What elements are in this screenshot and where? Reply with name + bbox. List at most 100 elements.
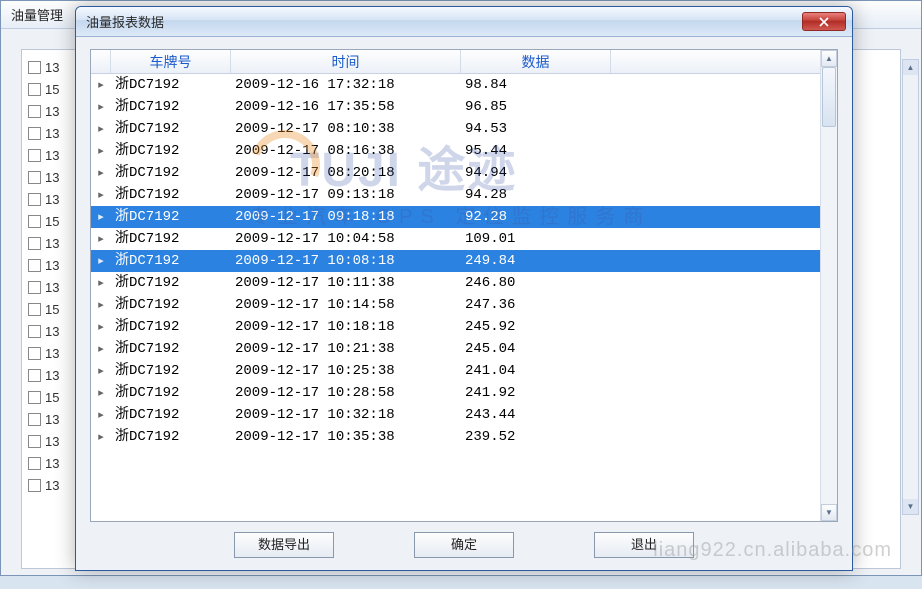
expand-icon[interactable]: ▸ (91, 404, 111, 426)
close-icon (819, 17, 829, 27)
expand-icon[interactable]: ▸ (91, 294, 111, 316)
expand-icon[interactable]: ▸ (91, 206, 111, 228)
background-item-label: 13 (45, 126, 59, 141)
expand-icon[interactable]: ▸ (91, 316, 111, 338)
expand-icon[interactable]: ▸ (91, 74, 111, 96)
cell-time: 2009-12-17 09:18:18 (231, 206, 461, 228)
background-item-label: 13 (45, 60, 59, 75)
column-plate[interactable]: 车牌号 (111, 50, 231, 73)
cell-plate: 浙DC7192 (111, 316, 231, 338)
outer-scrollbar[interactable]: ▲ ▼ (902, 59, 919, 515)
cell-time: 2009-12-17 10:21:38 (231, 338, 461, 360)
expand-icon[interactable]: ▸ (91, 338, 111, 360)
dialog-body: 车牌号 时间 数据 ▸浙DC71922009-12-16 17:32:1898.… (76, 37, 852, 570)
grid-scrollbar[interactable]: ▲ ▼ (820, 50, 837, 521)
background-item-label: 13 (45, 280, 59, 295)
column-data[interactable]: 数据 (461, 50, 611, 73)
close-button[interactable] (802, 12, 846, 31)
background-item-label: 15 (45, 214, 59, 229)
table-row[interactable]: ▸浙DC71922009-12-17 08:16:3895.44 (91, 140, 820, 162)
cell-time: 2009-12-17 10:18:18 (231, 316, 461, 338)
checkbox[interactable] (28, 193, 41, 206)
checkbox[interactable] (28, 369, 41, 382)
scroll-thumb[interactable] (822, 67, 836, 127)
expand-icon[interactable]: ▸ (91, 382, 111, 404)
cell-plate: 浙DC7192 (111, 404, 231, 426)
table-row[interactable]: ▸浙DC71922009-12-17 09:18:1892.28 (91, 206, 820, 228)
checkbox[interactable] (28, 325, 41, 338)
table-row[interactable]: ▸浙DC71922009-12-17 10:35:38239.52 (91, 426, 820, 448)
cell-time: 2009-12-17 10:08:18 (231, 250, 461, 272)
expand-icon[interactable]: ▸ (91, 162, 111, 184)
table-row[interactable]: ▸浙DC71922009-12-17 10:25:38241.04 (91, 360, 820, 382)
scroll-down-icon[interactable]: ▼ (821, 504, 837, 521)
ok-button[interactable]: 确定 (414, 532, 514, 558)
background-item-label: 13 (45, 412, 59, 427)
table-row[interactable]: ▸浙DC71922009-12-17 10:11:38246.80 (91, 272, 820, 294)
checkbox[interactable] (28, 127, 41, 140)
dialog-titlebar[interactable]: 油量报表数据 (76, 7, 852, 37)
expand-icon[interactable]: ▸ (91, 272, 111, 294)
table-row[interactable]: ▸浙DC71922009-12-17 10:28:58241.92 (91, 382, 820, 404)
table-row[interactable]: ▸浙DC71922009-12-17 08:20:1894.94 (91, 162, 820, 184)
table-row[interactable]: ▸浙DC71922009-12-16 17:32:1898.84 (91, 74, 820, 96)
table-row[interactable]: ▸浙DC71922009-12-17 10:04:58109.01 (91, 228, 820, 250)
table-row[interactable]: ▸浙DC71922009-12-17 10:21:38245.04 (91, 338, 820, 360)
checkbox[interactable] (28, 303, 41, 316)
exit-button[interactable]: 退出 (594, 532, 694, 558)
expand-icon[interactable]: ▸ (91, 118, 111, 140)
cell-time: 2009-12-17 08:16:38 (231, 140, 461, 162)
table-row[interactable]: ▸浙DC71922009-12-17 10:32:18243.44 (91, 404, 820, 426)
checkbox[interactable] (28, 105, 41, 118)
expand-icon[interactable]: ▸ (91, 250, 111, 272)
checkbox[interactable] (28, 259, 41, 272)
expand-icon[interactable]: ▸ (91, 140, 111, 162)
cell-data: 98.84 (461, 74, 611, 96)
column-time[interactable]: 时间 (231, 50, 461, 73)
table-row[interactable]: ▸浙DC71922009-12-17 10:08:18249.84 (91, 250, 820, 272)
expand-icon[interactable]: ▸ (91, 96, 111, 118)
table-row[interactable]: ▸浙DC71922009-12-17 08:10:3894.53 (91, 118, 820, 140)
checkbox[interactable] (28, 457, 41, 470)
cell-time: 2009-12-17 08:20:18 (231, 162, 461, 184)
checkbox[interactable] (28, 347, 41, 360)
table-row[interactable]: ▸浙DC71922009-12-17 10:14:58247.36 (91, 294, 820, 316)
export-button[interactable]: 数据导出 (234, 532, 334, 558)
scroll-down-icon[interactable]: ▼ (903, 499, 918, 514)
scroll-up-icon[interactable]: ▲ (903, 60, 918, 75)
scroll-track[interactable] (821, 67, 837, 504)
background-item-label: 15 (45, 302, 59, 317)
checkbox[interactable] (28, 435, 41, 448)
scroll-up-icon[interactable]: ▲ (821, 50, 837, 67)
cell-plate: 浙DC7192 (111, 206, 231, 228)
expand-icon[interactable]: ▸ (91, 426, 111, 448)
cell-plate: 浙DC7192 (111, 426, 231, 448)
background-item-label: 15 (45, 390, 59, 405)
background-item-label: 13 (45, 148, 59, 163)
checkbox[interactable] (28, 61, 41, 74)
cell-plate: 浙DC7192 (111, 140, 231, 162)
expand-icon[interactable]: ▸ (91, 360, 111, 382)
checkbox[interactable] (28, 237, 41, 250)
expand-icon[interactable]: ▸ (91, 228, 111, 250)
table-row[interactable]: ▸浙DC71922009-12-16 17:35:5896.85 (91, 96, 820, 118)
background-item-label: 13 (45, 324, 59, 339)
table-row[interactable]: ▸浙DC71922009-12-17 10:18:18245.92 (91, 316, 820, 338)
cell-plate: 浙DC7192 (111, 338, 231, 360)
table-row[interactable]: ▸浙DC71922009-12-17 09:13:1894.28 (91, 184, 820, 206)
expand-icon[interactable]: ▸ (91, 184, 111, 206)
checkbox[interactable] (28, 149, 41, 162)
checkbox[interactable] (28, 281, 41, 294)
cell-time: 2009-12-17 10:28:58 (231, 382, 461, 404)
report-dialog: 油量报表数据 车牌号 时间 数据 ▸浙DC71922009-12-16 17:3… (75, 6, 853, 571)
checkbox[interactable] (28, 215, 41, 228)
cell-time: 2009-12-17 10:14:58 (231, 294, 461, 316)
checkbox[interactable] (28, 479, 41, 492)
background-item-label: 13 (45, 236, 59, 251)
checkbox[interactable] (28, 413, 41, 426)
cell-plate: 浙DC7192 (111, 228, 231, 250)
checkbox[interactable] (28, 83, 41, 96)
grid-header: 车牌号 时间 数据 (91, 50, 820, 74)
checkbox[interactable] (28, 391, 41, 404)
checkbox[interactable] (28, 171, 41, 184)
